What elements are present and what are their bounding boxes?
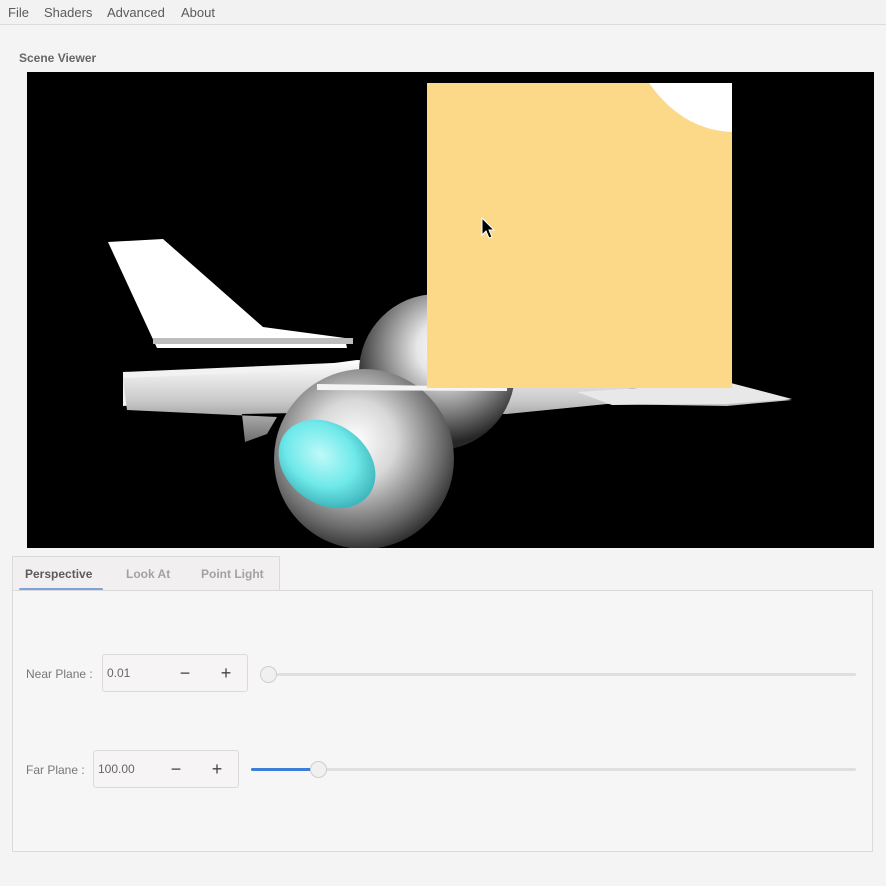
far-plane-spinner: 100.00 − + bbox=[93, 750, 239, 788]
far-plane-increment-button[interactable]: + bbox=[204, 757, 230, 781]
near-plane-increment-button[interactable]: + bbox=[213, 661, 239, 685]
tab-point-light[interactable]: Point Light bbox=[201, 567, 264, 581]
far-plane-decrement-button[interactable]: − bbox=[163, 757, 189, 781]
menu-bar: File Shaders Advanced About bbox=[0, 0, 886, 25]
near-plane-slider-thumb[interactable] bbox=[260, 666, 277, 683]
far-plane-slider-thumb[interactable] bbox=[310, 761, 327, 778]
near-plane-value[interactable]: 0.01 bbox=[107, 666, 130, 680]
bottom-bar bbox=[0, 860, 886, 886]
near-plane-spinner: 0.01 − + bbox=[102, 654, 248, 692]
far-plane-slider-fill bbox=[251, 768, 318, 771]
far-plane-label: Far Plane : bbox=[26, 763, 85, 777]
near-plane-label: Near Plane : bbox=[26, 667, 93, 681]
menu-about[interactable]: About bbox=[181, 5, 215, 20]
scene-viewer-title: Scene Viewer bbox=[19, 51, 97, 65]
menu-file[interactable]: File bbox=[8, 5, 29, 20]
tail-fin bbox=[108, 239, 347, 348]
menu-shaders[interactable]: Shaders bbox=[44, 5, 92, 20]
tab-perspective[interactable]: Perspective bbox=[25, 567, 92, 581]
menu-advanced[interactable]: Advanced bbox=[107, 5, 165, 20]
perspective-panel: Near Plane : 0.01 − + Far Plane : 100.00… bbox=[12, 590, 873, 852]
far-plane-value[interactable]: 100.00 bbox=[98, 762, 135, 776]
near-plane-decrement-button[interactable]: − bbox=[172, 661, 198, 685]
near-plane-slider[interactable] bbox=[260, 666, 856, 683]
overlay-quad bbox=[427, 83, 732, 388]
tab-bar: Perspective Look At Point Light bbox=[12, 556, 280, 591]
scene-render bbox=[108, 83, 792, 548]
scene-viewport[interactable] bbox=[27, 72, 874, 548]
tab-look-at[interactable]: Look At bbox=[126, 567, 170, 581]
tail-stripe bbox=[153, 338, 353, 344]
far-plane-slider[interactable] bbox=[251, 761, 856, 778]
